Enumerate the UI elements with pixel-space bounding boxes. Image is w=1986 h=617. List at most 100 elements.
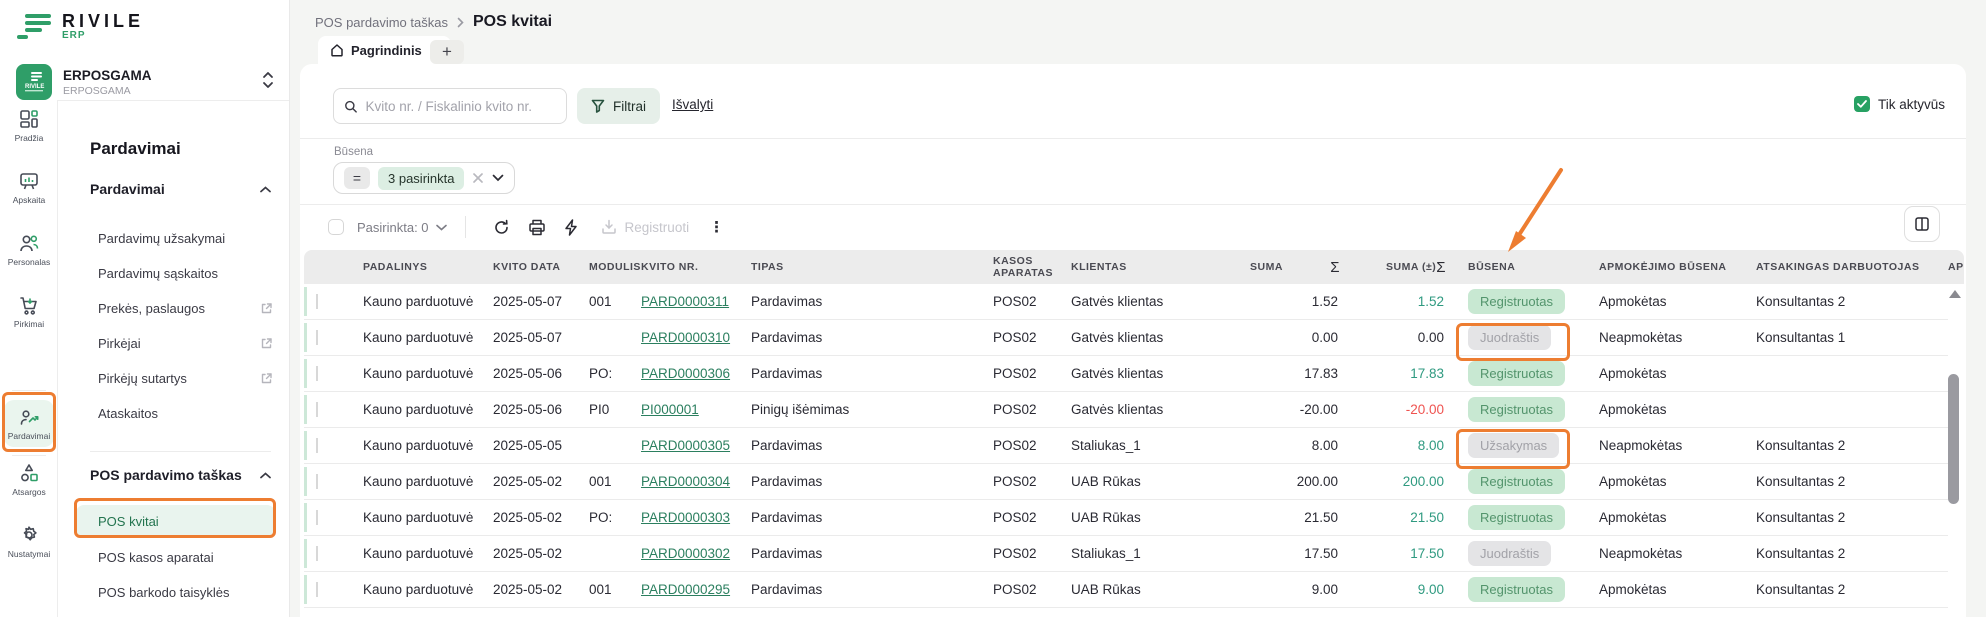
receipt-link[interactable]: PARD0000303 — [641, 510, 730, 525]
col-kvito-data[interactable]: KVITO DATA — [478, 261, 574, 273]
receipt-link[interactable]: PARD0000302 — [641, 546, 730, 561]
sum-icon[interactable]: Σ — [1330, 259, 1340, 276]
refresh-button[interactable] — [493, 219, 510, 236]
selected-count-chip[interactable]: 3 pasirinkta — [378, 167, 464, 190]
status-badge: Registruotas — [1468, 577, 1565, 602]
col-atsakingas[interactable]: ATSAKINGAS DARBUOTOJAS — [1741, 261, 1933, 273]
register-icon — [601, 219, 617, 235]
row-checkbox[interactable] — [316, 474, 318, 489]
clear-filters-link[interactable]: Išvalyti — [672, 97, 713, 112]
actions-button[interactable] — [564, 219, 578, 236]
vertical-scrollbar[interactable] — [1948, 374, 1959, 504]
sum-icon[interactable]: Σ — [1436, 259, 1446, 276]
receipt-link[interactable]: PARD0000306 — [641, 366, 730, 381]
sidebar-item[interactable]: Pardavimų užsakymai — [58, 221, 289, 256]
table-row[interactable]: Kauno parduotuvė 2025-05-06 PO: PARD0000… — [304, 356, 1948, 392]
select-all-checkbox[interactable] — [328, 219, 344, 235]
col-kasos-aparatas[interactable]: KASOS APARATAS — [978, 255, 1056, 279]
sidebar: RIVILE ERP RIVILE ERPOSGAMA ERPOSGAMA — [0, 0, 290, 617]
row-checkbox[interactable] — [316, 402, 318, 417]
rail-item-pirkimai[interactable]: Pirkimai — [0, 294, 58, 329]
cell-apmokejimo-busena: Apmokėtas — [1584, 294, 1741, 309]
app-logo[interactable]: RIVILE ERP — [16, 12, 144, 42]
receipt-link[interactable]: PARD0000305 — [641, 438, 730, 453]
chevron-down-icon[interactable] — [492, 174, 504, 182]
workspace-expand-icon[interactable] — [262, 70, 274, 95]
cell-suma-pm: 1.52 — [1352, 294, 1458, 309]
col-padalinys[interactable]: PADALINYS — [348, 261, 478, 273]
row-checkbox[interactable] — [316, 438, 318, 453]
rail-item-pardavimai[interactable]: Pardavimai — [4, 400, 54, 447]
filter-button[interactable]: Filtrai — [577, 88, 660, 124]
breadcrumb-parent[interactable]: POS pardavimo taškas — [315, 15, 448, 30]
row-checkbox[interactable] — [316, 510, 318, 525]
active-only-checkbox[interactable] — [1854, 96, 1870, 112]
sidebar-item[interactable]: Pirkėjų sutartys — [58, 361, 289, 396]
search-input[interactable] — [365, 99, 556, 114]
clear-chip-icon[interactable] — [472, 172, 484, 184]
sidebar-item[interactable]: POS barkodo taisyklės — [58, 575, 289, 610]
column-settings-button[interactable] — [1904, 206, 1940, 242]
cell-klientas: Gatvės klientas — [1056, 294, 1216, 309]
register-button[interactable]: Registruoti — [601, 219, 690, 235]
receipt-link[interactable]: PI000001 — [641, 402, 699, 417]
busena-filter-control[interactable]: = 3 pasirinkta — [333, 162, 515, 194]
sidebar-item[interactable]: POS kvitai — [76, 505, 275, 538]
table-row[interactable]: Kauno parduotuvė 2025-05-06 PI0 PI000001… — [304, 392, 1948, 428]
sidebar-item[interactable]: Pardavimų sąskaitos — [58, 256, 289, 291]
section-pos-pardavimo-taskas[interactable]: POS pardavimo taškas — [90, 467, 271, 483]
col-apmokejimo-busena[interactable]: APMOKĖJIMO BŪSENA — [1584, 261, 1741, 273]
col-modulis[interactable]: MODULIS — [574, 261, 626, 273]
table-row[interactable]: Kauno parduotuvė 2025-05-02 PARD0000302 … — [304, 536, 1948, 572]
filter-operator[interactable]: = — [344, 167, 370, 189]
rail-item-apskaita[interactable]: Apskaita — [0, 170, 58, 205]
rail-item-pradzia[interactable]: Pradžia — [0, 108, 58, 143]
receipt-link[interactable]: PARD0000311 — [641, 294, 729, 309]
receipt-link[interactable]: PARD0000295 — [641, 582, 730, 597]
table-row[interactable]: Kauno parduotuvė 2025-05-02 PO: PARD0000… — [304, 500, 1948, 536]
chevron-up-icon — [260, 186, 271, 193]
table-row[interactable]: Kauno parduotuvė 2025-05-02 001 PARD0000… — [304, 464, 1948, 500]
row-checkbox[interactable] — [316, 294, 318, 309]
receipt-link[interactable]: PARD0000310 — [641, 330, 730, 345]
rail-item-nustatymai[interactable]: Nustatymai — [0, 524, 58, 559]
table-row[interactable]: Kauno parduotuvė 2025-05-07 001 PARD0000… — [304, 284, 1948, 320]
col-suma[interactable]: SUMA Σ — [1216, 259, 1352, 276]
active-only-toggle[interactable]: Tik aktyvūs — [1854, 96, 1945, 112]
col-kvito-nr[interactable]: KVITO NR. — [626, 261, 736, 273]
search-box[interactable] — [333, 88, 567, 124]
col-klientas[interactable]: KLIENTAS — [1056, 261, 1216, 273]
sidebar-item[interactable]: Ataskaitos — [58, 396, 289, 431]
table-row[interactable]: Kauno parduotuvė 2025-05-05 PARD0000305 … — [304, 428, 1948, 464]
row-checkbox[interactable] — [316, 330, 318, 345]
sidebar-item[interactable]: POS kasos aparatai — [58, 540, 289, 575]
svg-text:RIVILE: RIVILE — [25, 84, 44, 90]
more-options-icon[interactable]: ⋮ — [709, 218, 724, 236]
cell-padalinys: Kauno parduotuvė — [348, 510, 478, 525]
selected-count[interactable]: Pasirinkta: 0 — [357, 220, 447, 235]
col-suma-pm[interactable]: SUMA (±) Σ — [1352, 259, 1458, 276]
row-checkbox[interactable] — [316, 366, 318, 381]
row-checkbox[interactable] — [316, 582, 318, 597]
row-checkbox[interactable] — [316, 546, 318, 561]
table-row[interactable]: Kauno parduotuvė 2025-05-02 001 PARD0000… — [304, 572, 1948, 608]
add-tab-button[interactable]: + — [430, 40, 464, 64]
cell-apmokejimo-busena: Neapmokėtas — [1584, 438, 1741, 453]
section-pardavimai[interactable]: Pardavimai — [90, 181, 271, 197]
scrollbar-up-arrow[interactable] — [1949, 290, 1961, 298]
rail-item-atsargos[interactable]: Atsargos — [0, 462, 58, 497]
col-busena[interactable]: BŪSENA — [1458, 261, 1584, 273]
sidebar-item[interactable]: Prekės, paslaugos — [58, 291, 289, 326]
workspace-switcher[interactable]: RIVILE ERPOSGAMA ERPOSGAMA — [16, 64, 274, 100]
workspace-avatar: RIVILE — [16, 64, 52, 100]
cell-padalinys: Kauno parduotuvė — [348, 294, 478, 309]
table-row[interactable]: Kauno parduotuvė 2025-05-07 PARD0000310 … — [304, 320, 1948, 356]
col-apmok-clipped[interactable]: APMOK — [1933, 261, 1964, 273]
print-button[interactable] — [528, 219, 546, 236]
cell-apmokejimo-busena: Neapmokėtas — [1584, 546, 1741, 561]
receipt-link[interactable]: PARD0000304 — [641, 474, 730, 489]
rail-item-personalas[interactable]: Personalas — [0, 232, 58, 267]
col-tipas[interactable]: TIPAS — [736, 261, 978, 273]
sidebar-item[interactable]: Pirkėjai — [58, 326, 289, 361]
cell-apmokejimo-busena: Apmokėtas — [1584, 510, 1741, 525]
